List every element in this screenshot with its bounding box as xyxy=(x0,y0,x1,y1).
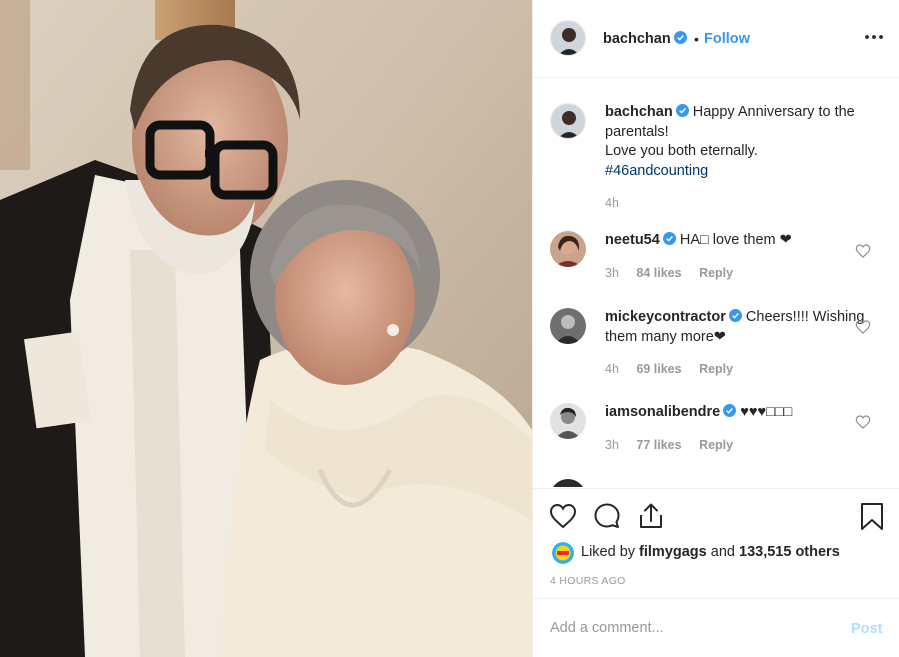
commenter-avatar[interactable] xyxy=(550,479,586,487)
author-username[interactable]: bachchan xyxy=(603,31,687,47)
verified-badge-icon xyxy=(723,404,737,417)
liked-by-prefix: Liked by xyxy=(581,544,636,560)
caption-time: 4h xyxy=(605,196,619,210)
comment-meta: 4h 69 likes Reply xyxy=(605,362,747,376)
comment-text: iamsonalibendre ♥♥♥□□□ xyxy=(605,403,875,423)
commenter-avatar[interactable] xyxy=(550,403,586,439)
caption-username[interactable]: bachchan xyxy=(605,104,673,120)
more-horizontal-icon[interactable] xyxy=(863,26,885,48)
post-photo[interactable] xyxy=(0,0,532,657)
likes-text: Liked by filmygags and 133,515 others xyxy=(581,544,840,560)
post-side-panel: bachchan • Follow bachchan Happy Anniver… xyxy=(532,0,899,657)
likes-others-count[interactable]: 133,515 others xyxy=(739,544,840,560)
comment-likes[interactable]: 77 likes xyxy=(636,438,681,452)
post-header: bachchan • Follow xyxy=(533,0,899,78)
comment-meta: 3h 84 likes Reply xyxy=(605,266,747,280)
heart-outline-icon[interactable] xyxy=(855,243,871,259)
comment-time: 4h xyxy=(605,362,619,376)
comment-bubble-icon[interactable] xyxy=(592,501,622,531)
comment-time: 3h xyxy=(605,266,619,280)
comments-list[interactable]: bachchan Happy Anniversary to the parent… xyxy=(533,79,899,487)
post-actions: Liked by filmygags and 133,515 others 4 … xyxy=(533,488,899,598)
like-heart-icon[interactable] xyxy=(548,501,578,531)
comment-time: 3h xyxy=(605,438,619,452)
separator-dot: • xyxy=(694,31,699,47)
instagram-post-view: bachchan • Follow bachchan Happy Anniver… xyxy=(0,0,899,657)
author-avatar[interactable] xyxy=(550,20,586,56)
follow-button[interactable]: Follow xyxy=(704,31,750,47)
comment-username[interactable]: iamsonalibendre xyxy=(605,404,720,420)
verified-badge-icon xyxy=(728,309,742,322)
comment-username[interactable]: neetu54 xyxy=(605,232,660,248)
comment-likes[interactable]: 69 likes xyxy=(636,362,681,376)
caption-hashtag[interactable]: #46andcounting xyxy=(605,163,708,179)
couple-photo-illustration xyxy=(0,0,532,657)
reply-button[interactable]: Reply xyxy=(699,266,733,280)
verified-badge-icon xyxy=(675,104,689,117)
comment-likes[interactable]: 84 likes xyxy=(636,266,681,280)
commenter-avatar[interactable] xyxy=(550,308,586,344)
add-comment-input[interactable] xyxy=(550,617,830,639)
post-timestamp[interactable]: 4 HOURS AGO xyxy=(550,575,626,587)
comment-body: ♥♥♥□□□ xyxy=(740,404,793,420)
likes-and: and xyxy=(710,544,735,560)
add-comment-bar: Post xyxy=(533,598,899,657)
share-icon[interactable] xyxy=(636,501,666,531)
comment-meta: 3h 77 likes Reply xyxy=(605,438,747,452)
bookmark-icon[interactable] xyxy=(857,501,887,531)
commenter-avatar[interactable] xyxy=(550,231,586,267)
reply-button[interactable]: Reply xyxy=(699,438,733,452)
comment-text: mickeycontractor Cheers!!!! Wishing them… xyxy=(605,308,875,347)
liker-avatar[interactable] xyxy=(552,542,574,564)
verified-badge-icon xyxy=(662,232,676,245)
comment-body: HA□ love them ❤ xyxy=(679,232,792,248)
comment-username[interactable]: mickeycontractor xyxy=(605,309,726,325)
heart-outline-icon[interactable] xyxy=(855,319,871,335)
verified-badge-icon xyxy=(673,31,687,44)
caption-author-avatar[interactable] xyxy=(550,103,586,139)
reply-button[interactable]: Reply xyxy=(699,362,733,376)
caption-meta: 4h xyxy=(605,196,633,210)
caption-text: bachchan Happy Anniversary to the parent… xyxy=(605,103,875,181)
heart-outline-icon[interactable] xyxy=(855,414,871,430)
caption-line-2: Love you both eternally. xyxy=(605,143,758,159)
comment-text: neetu54 HA□ love them ❤ xyxy=(605,231,875,251)
post-comment-button[interactable]: Post xyxy=(851,621,882,637)
liker-username[interactable]: filmygags xyxy=(639,544,707,560)
